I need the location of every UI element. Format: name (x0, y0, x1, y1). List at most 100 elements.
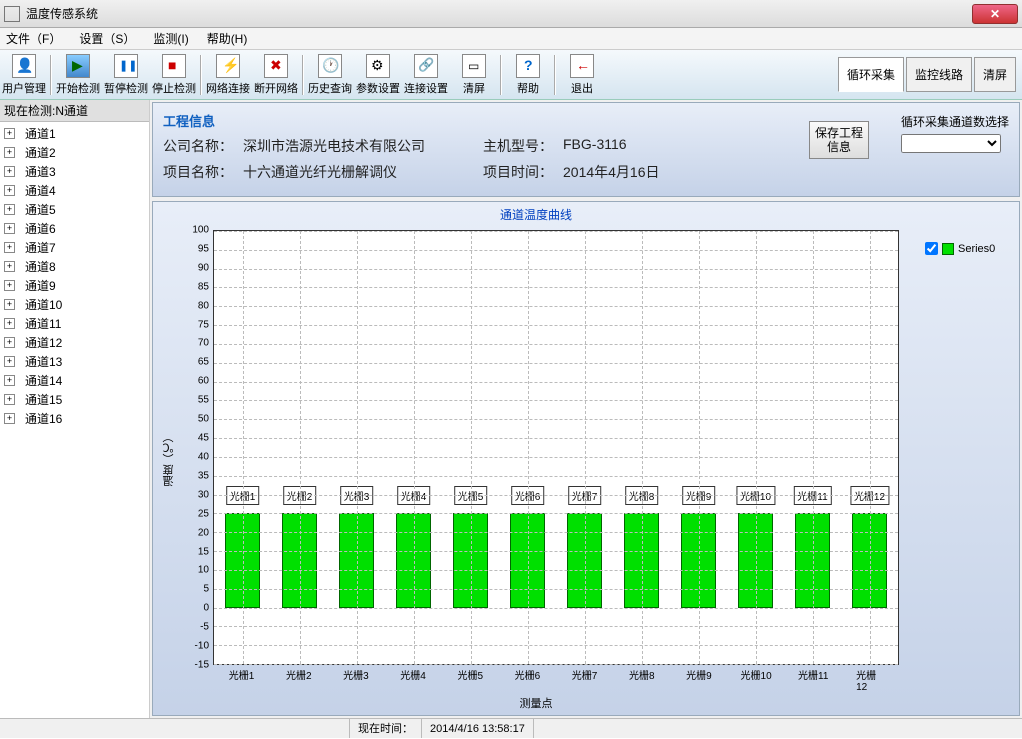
project-label: 项目名称： (163, 162, 243, 182)
expand-icon[interactable]: + (4, 204, 15, 215)
y-tick: 45 (183, 433, 209, 444)
x-tick: 光栅8 (629, 667, 655, 682)
help-button[interactable]: 帮助 (504, 54, 552, 96)
tree-node-channel8[interactable]: +通道8 (0, 257, 149, 276)
disconnect-button[interactable]: 断开网络 (252, 54, 300, 96)
history-icon (318, 54, 342, 78)
tree-node-channel9[interactable]: +通道9 (0, 276, 149, 295)
host-label: 主机型号： (483, 136, 563, 156)
series-name: Series0 (958, 243, 995, 255)
close-button[interactable]: ✕ (972, 4, 1018, 24)
tree-node-channel4[interactable]: +通道4 (0, 181, 149, 200)
menu-help[interactable]: 帮助(H) (207, 30, 248, 47)
exit-button[interactable]: 退出 (558, 54, 606, 96)
expand-icon[interactable]: + (4, 337, 15, 348)
y-tick: 60 (183, 376, 209, 387)
app-icon (4, 6, 20, 22)
save-project-button[interactable]: 保存工程信息 (809, 121, 869, 159)
y-tick: 40 (183, 451, 209, 462)
tree-node-channel6[interactable]: +通道6 (0, 219, 149, 238)
company-value: 深圳市浩源光电技术有限公司 (243, 136, 483, 156)
history-button[interactable]: 历史查询 (306, 54, 354, 96)
expand-icon[interactable]: + (4, 223, 15, 234)
menubar: 文件（F） 设置（S） 监测(I) 帮助(H) (0, 28, 1022, 50)
expand-icon[interactable]: + (4, 299, 15, 310)
time-value: 2014年4月16日 (563, 162, 660, 182)
sidebar: 现在检测:N通道 +通道1+通道2+通道3+通道4+通道5+通道6+通道7+通道… (0, 100, 150, 718)
chart-title: 通道温度曲线 (153, 202, 919, 227)
y-tick: 75 (183, 319, 209, 330)
y-tick: 85 (183, 281, 209, 292)
y-tick: 50 (183, 414, 209, 425)
toolbar: 用户管理 开始检测 暂停检测 停止检测 网络连接 断开网络 历史查询 参数设置 … (0, 50, 1022, 100)
y-tick: 15 (183, 546, 209, 557)
tab-clear[interactable]: 清屏 (974, 57, 1016, 92)
y-tick: 25 (183, 508, 209, 519)
y-tick: -15 (183, 660, 209, 671)
y-tick: 80 (183, 300, 209, 311)
x-axis-label: 测量点 (520, 695, 553, 711)
menu-file[interactable]: 文件（F） (6, 30, 61, 47)
y-tick: 100 (183, 225, 209, 236)
menu-monitor[interactable]: 监测(I) (153, 30, 188, 47)
y-tick: 35 (183, 470, 209, 481)
tree-node-channel12[interactable]: +通道12 (0, 333, 149, 352)
expand-icon[interactable]: + (4, 166, 15, 177)
disconnect-icon (264, 54, 288, 78)
connect-button[interactable]: 网络连接 (204, 54, 252, 96)
link-icon (414, 54, 438, 78)
channel-select-label: 循环采集通道数选择 (901, 113, 1009, 130)
tree-node-channel3[interactable]: +通道3 (0, 162, 149, 181)
stop-button[interactable]: 停止检测 (150, 54, 198, 96)
tree-node-channel13[interactable]: +通道13 (0, 352, 149, 371)
x-tick: 光栅6 (515, 667, 541, 682)
tree-node-channel1[interactable]: +通道1 (0, 124, 149, 143)
expand-icon[interactable]: + (4, 394, 15, 405)
series-swatch (942, 243, 954, 255)
tree-node-channel16[interactable]: +通道16 (0, 409, 149, 428)
gear-icon (366, 54, 390, 78)
start-button[interactable]: 开始检测 (54, 54, 102, 96)
channel-select[interactable] (901, 134, 1001, 153)
pause-button[interactable]: 暂停检测 (102, 54, 150, 96)
expand-icon[interactable]: + (4, 128, 15, 139)
statusbar: 现在时间： 2014/4/16 13:58:17 (0, 718, 1022, 738)
tree-node-channel15[interactable]: +通道15 (0, 390, 149, 409)
legend: Series0 (919, 202, 1019, 715)
expand-icon[interactable]: + (4, 356, 15, 367)
tree-node-channel14[interactable]: +通道14 (0, 371, 149, 390)
x-tick: 光栅3 (343, 667, 369, 682)
x-tick: 光栅12 (856, 667, 885, 693)
tree-node-channel5[interactable]: +通道5 (0, 200, 149, 219)
tab-cycle[interactable]: 循环采集 (838, 57, 904, 92)
menu-settings[interactable]: 设置（S） (79, 30, 135, 47)
expand-icon[interactable]: + (4, 413, 15, 424)
connset-button[interactable]: 连接设置 (402, 54, 450, 96)
network-icon (216, 54, 240, 78)
tree-node-channel7[interactable]: +通道7 (0, 238, 149, 257)
expand-icon[interactable]: + (4, 147, 15, 158)
series-checkbox[interactable] (925, 242, 938, 255)
expand-icon[interactable]: + (4, 280, 15, 291)
chart-panel: 通道温度曲线 温度（℃） -15-10-50510152025303540455… (152, 201, 1020, 716)
x-tick: 光栅9 (686, 667, 712, 682)
pause-icon (114, 54, 138, 78)
expand-icon[interactable]: + (4, 261, 15, 272)
clear-button[interactable]: 清屏 (450, 54, 498, 96)
tree-node-channel11[interactable]: +通道11 (0, 314, 149, 333)
company-label: 公司名称： (163, 136, 243, 156)
params-button[interactable]: 参数设置 (354, 54, 402, 96)
tab-route[interactable]: 监控线路 (906, 57, 972, 92)
user-mgmt-button[interactable]: 用户管理 (0, 54, 48, 96)
expand-icon[interactable]: + (4, 318, 15, 329)
expand-icon[interactable]: + (4, 242, 15, 253)
expand-icon[interactable]: + (4, 375, 15, 386)
exit-icon (570, 54, 594, 78)
expand-icon[interactable]: + (4, 185, 15, 196)
y-tick: 70 (183, 338, 209, 349)
y-tick: 30 (183, 489, 209, 500)
tree-node-channel2[interactable]: +通道2 (0, 143, 149, 162)
tree-node-channel10[interactable]: +通道10 (0, 295, 149, 314)
y-tick: -5 (183, 622, 209, 633)
y-tick: 20 (183, 527, 209, 538)
